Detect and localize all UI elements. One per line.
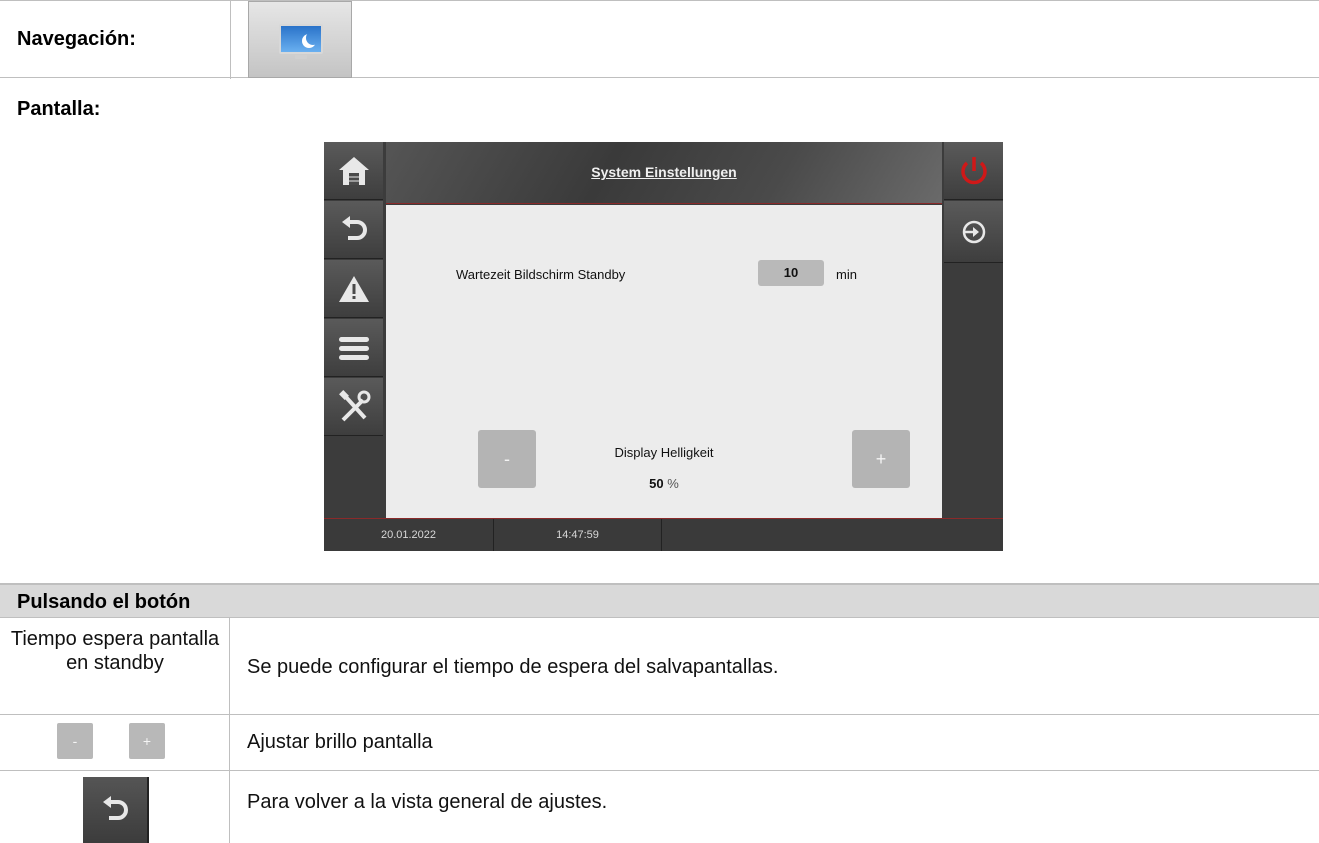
row-key-text: Tiempo espera pantalla en standby xyxy=(10,628,220,674)
navigation-label: Navegación: xyxy=(17,28,136,50)
footer-time: 14:47:59 xyxy=(494,519,662,551)
footer-date: 20.01.2022 xyxy=(324,519,494,551)
row-key-cell xyxy=(0,771,230,843)
device-title: System Einstellungen xyxy=(591,164,737,180)
moon-icon xyxy=(306,31,320,45)
home-icon xyxy=(338,156,369,185)
row-description: Para volver a la vista general de ajuste… xyxy=(247,791,608,813)
standby-label: Wartezeit Bildschirm Standby xyxy=(456,267,626,282)
row-key-cell: - + xyxy=(0,715,230,770)
press-header-label: Pulsando el botón xyxy=(17,591,191,613)
device-header: System Einstellungen xyxy=(386,142,942,204)
back-icon xyxy=(103,796,128,820)
plus-button-image: + xyxy=(129,723,165,759)
screen-row: Pantalla: System Einstellungen Wartezeit… xyxy=(0,78,1319,584)
back-button-image xyxy=(83,777,149,843)
brightness-value: 50 xyxy=(649,476,664,491)
minus-button-image: - xyxy=(57,723,93,759)
menu-icon xyxy=(338,336,369,360)
row-description: Ajustar brillo pantalla xyxy=(247,731,433,753)
row-key-cell: Tiempo espera pantalla en standby xyxy=(0,618,230,714)
warning-icon xyxy=(338,275,369,302)
row-description: Se puede configurar el tiempo de espera … xyxy=(247,656,779,678)
tools-button[interactable] xyxy=(324,378,383,436)
device-screenshot: System Einstellungen Wartezeit Bildschir… xyxy=(324,142,1003,551)
navigation-screen-button[interactable] xyxy=(248,1,352,78)
back-button[interactable] xyxy=(324,201,383,259)
login-button[interactable] xyxy=(944,201,1003,263)
standby-value-input[interactable]: 10 xyxy=(758,260,824,286)
back-icon xyxy=(341,215,367,240)
column-divider xyxy=(230,1,231,79)
brightness-increase-button[interactable]: + xyxy=(852,430,910,488)
table-row: Tiempo espera pantalla en standby Se pue… xyxy=(0,618,1319,715)
table-row: - + Ajustar brillo pantalla xyxy=(0,715,1319,771)
login-icon xyxy=(962,220,985,243)
power-icon xyxy=(960,156,987,184)
brightness-unit: % xyxy=(667,476,679,491)
warning-button[interactable] xyxy=(324,260,383,318)
tools-icon xyxy=(338,389,370,421)
home-button[interactable] xyxy=(324,142,383,200)
navigation-row: Navegación: xyxy=(0,0,1319,79)
footer-status xyxy=(662,519,1003,551)
press-header-row: Pulsando el botón xyxy=(0,584,1319,618)
device-footer: 20.01.2022 14:47:59 xyxy=(324,518,1003,551)
screen-label: Pantalla: xyxy=(17,98,101,120)
standby-unit: min xyxy=(836,267,857,282)
table-row: Para volver a la vista general de ajuste… xyxy=(0,771,1319,843)
monitor-stand xyxy=(295,55,307,59)
menu-button[interactable] xyxy=(324,319,383,377)
monitor-moon-icon xyxy=(279,24,323,54)
power-button[interactable] xyxy=(944,142,1003,200)
device-content: Wartezeit Bildschirm Standby 10 min - Di… xyxy=(386,205,942,520)
